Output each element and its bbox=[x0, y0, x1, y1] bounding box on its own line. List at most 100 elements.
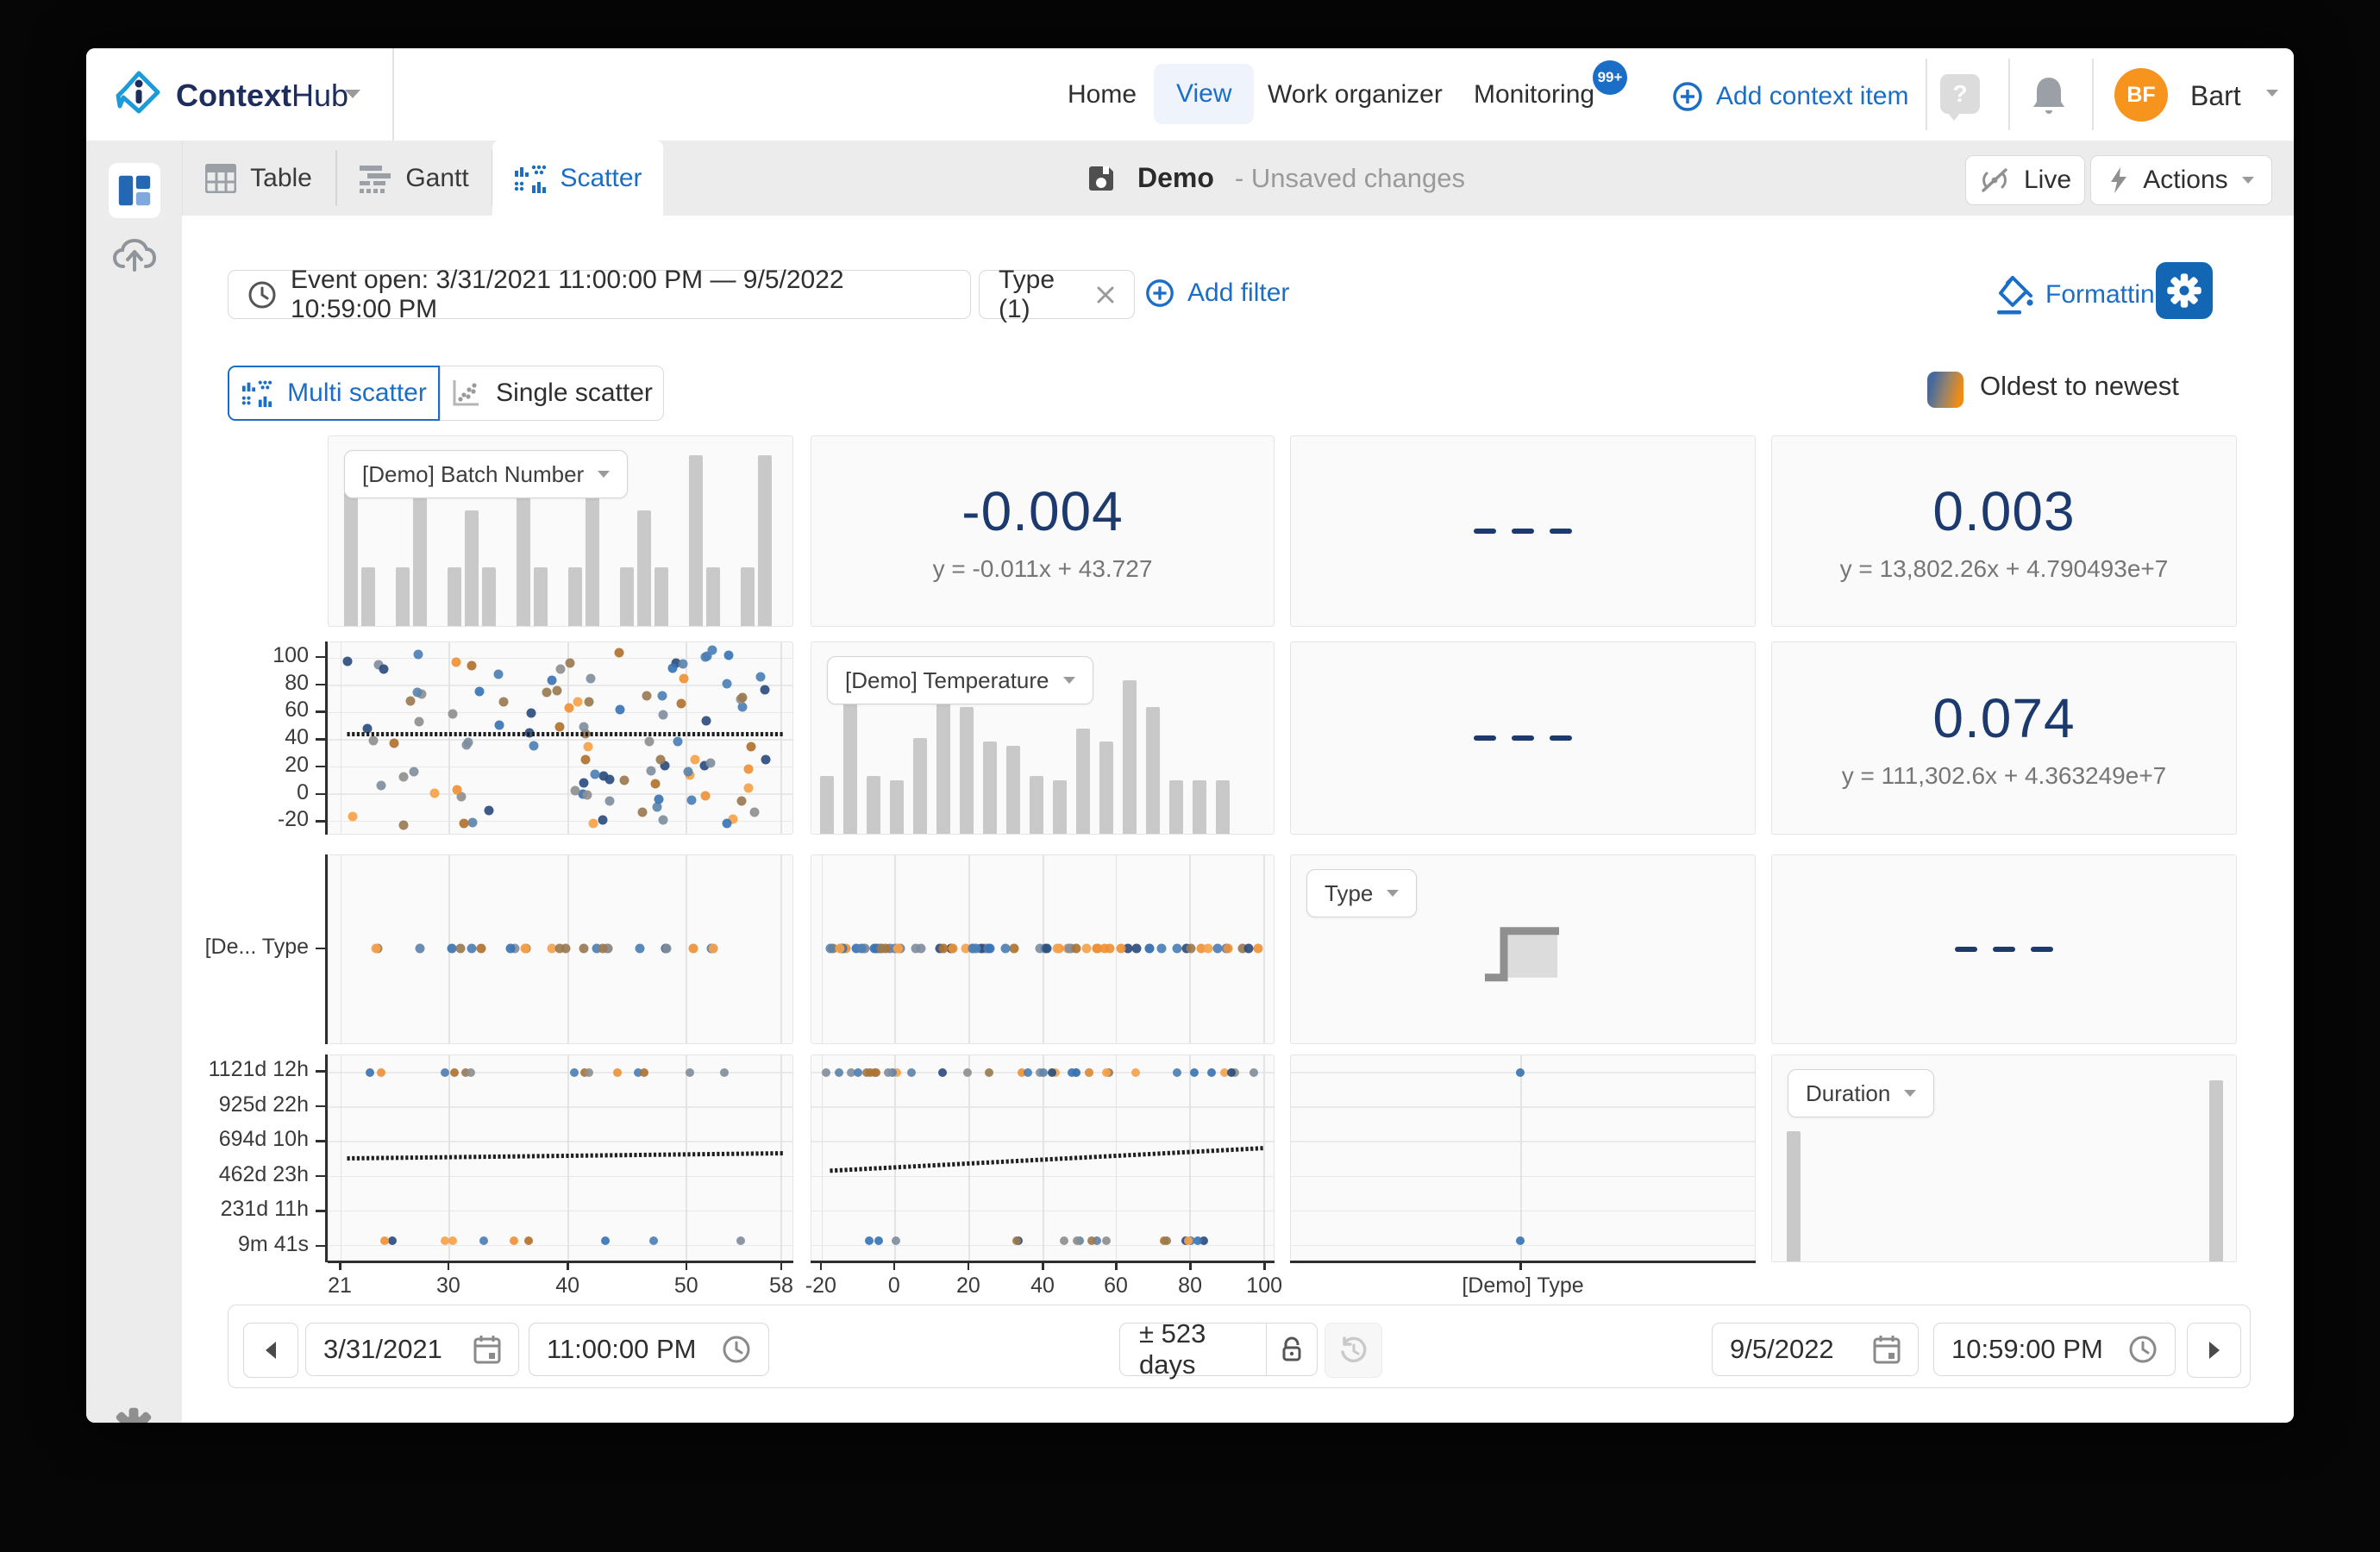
y-axis-tick-label: 100 bbox=[272, 642, 309, 667]
histogram-bar bbox=[482, 566, 496, 626]
range-lock-button[interactable] bbox=[1266, 1324, 1317, 1375]
x-axis-tick bbox=[780, 1262, 783, 1270]
y-axis-tick bbox=[316, 792, 325, 796]
y-axis-tick bbox=[316, 820, 325, 823]
histogram-bar bbox=[396, 566, 410, 626]
correlation-summary: 0.074 y = 111,302.6x + 4.363249e+7 bbox=[1772, 642, 2236, 834]
histogram-bar bbox=[1787, 1131, 1801, 1261]
next-range-button[interactable] bbox=[2187, 1323, 2241, 1378]
y-axis-tick bbox=[316, 655, 325, 659]
trend-equation: y = 13,802.26x + 4.790493e+7 bbox=[1839, 555, 2169, 582]
scatter-dot bbox=[968, 943, 978, 954]
trend-equation: y = 111,302.6x + 4.363249e+7 bbox=[1841, 762, 2167, 789]
chevron-down-icon bbox=[1904, 1090, 1917, 1097]
gridline bbox=[686, 855, 687, 1043]
scatter-dot bbox=[1081, 943, 1092, 954]
calendar-icon bbox=[473, 1335, 501, 1364]
histogram-bar bbox=[960, 707, 974, 834]
scatter-dot bbox=[455, 943, 466, 954]
y-axis-tick-label: 925d 22h bbox=[218, 1092, 309, 1117]
y-axis-tick-label: 20 bbox=[285, 752, 309, 777]
histogram-bar bbox=[1216, 779, 1230, 834]
scatter-dot bbox=[1052, 943, 1062, 954]
trend-line bbox=[329, 1055, 792, 1261]
cell-variable-dropdown[interactable]: [Demo] Batch Number bbox=[344, 450, 629, 498]
dropdown-label: [Demo] Temperature bbox=[845, 666, 1049, 693]
x-axis-tick bbox=[685, 1262, 688, 1270]
histogram-bar bbox=[890, 779, 904, 834]
x-axis-tick bbox=[892, 1262, 896, 1270]
reset-time-button[interactable] bbox=[1325, 1323, 1382, 1378]
matrix-cell-r2c2: [Demo] Temperature bbox=[811, 641, 1275, 835]
x-axis-tick bbox=[967, 1262, 970, 1270]
matrix-cell-r3c4 bbox=[1771, 854, 2237, 1044]
scatter-dot bbox=[948, 943, 958, 954]
previous-range-button[interactable] bbox=[243, 1323, 298, 1378]
histogram-bar bbox=[1053, 779, 1067, 834]
matrix-cell-r4c4: Duration bbox=[1771, 1054, 2237, 1262]
histogram-bar bbox=[1193, 779, 1206, 834]
gridline bbox=[1291, 1175, 1755, 1178]
trend-equation: y = -0.011x + 43.727 bbox=[932, 555, 1153, 582]
y-axis-line bbox=[325, 641, 328, 835]
start-date-input[interactable]: 3/31/2021 bbox=[305, 1323, 519, 1376]
lock-icon bbox=[1282, 1336, 1301, 1361]
histogram-bar bbox=[1030, 776, 1043, 834]
correlation-value: 0.074 bbox=[1932, 687, 2076, 749]
no-data-indicator bbox=[1291, 436, 1755, 626]
dash bbox=[1512, 735, 1534, 741]
x-axis-tick-label: 20 bbox=[956, 1274, 980, 1298]
time-range-bar: 3/31/2021 11:00:00 PM ± 523 days 9/5/202… bbox=[228, 1305, 2251, 1388]
scatter-dot bbox=[505, 943, 516, 954]
gridline bbox=[1291, 1106, 1755, 1108]
scatter-dot bbox=[708, 943, 718, 954]
range-duration-control[interactable]: ± 523 days bbox=[1119, 1318, 1318, 1380]
matrix-cell-r1c2: -0.004 y = -0.011x + 43.727 bbox=[811, 435, 1275, 627]
scatter-dot bbox=[1223, 943, 1233, 954]
histogram-bar bbox=[1006, 745, 1020, 834]
dropdown-label: Type bbox=[1325, 879, 1374, 906]
histogram-bar bbox=[1076, 728, 1090, 834]
clock-icon bbox=[2128, 1335, 2158, 1364]
correlation-value: 0.003 bbox=[1932, 480, 2076, 542]
histogram-bar bbox=[1146, 707, 1160, 834]
cell-variable-dropdown[interactable]: Type bbox=[1306, 869, 1418, 917]
matrix-cell-r2c1 bbox=[328, 641, 793, 835]
y-axis-tick-label: -20 bbox=[277, 807, 309, 832]
start-time-input[interactable]: 11:00:00 PM bbox=[529, 1323, 769, 1376]
scatter-dot bbox=[1203, 943, 1212, 954]
gridline bbox=[821, 855, 824, 1043]
cell-variable-dropdown[interactable]: Duration bbox=[1788, 1069, 1935, 1117]
y-axis-line bbox=[325, 1054, 328, 1262]
y-axis-tick bbox=[316, 1105, 325, 1108]
x-axis-tick bbox=[447, 1262, 450, 1270]
y-axis-tick bbox=[316, 738, 325, 741]
x-axis-tick bbox=[1042, 1262, 1044, 1270]
matrix-cell-r3c3: Type bbox=[1290, 854, 1756, 1044]
cell-variable-dropdown[interactable]: [Demo] Temperature bbox=[827, 656, 1093, 704]
chevron-down-icon bbox=[1062, 677, 1075, 684]
y-axis-tick bbox=[316, 1070, 325, 1073]
scatter-dot bbox=[876, 943, 886, 954]
app-window: ContextHub Home View Work organizer Moni… bbox=[86, 48, 2294, 1423]
y-axis-line bbox=[325, 854, 328, 1044]
gridline bbox=[1263, 855, 1265, 1043]
end-date-input[interactable]: 9/5/2022 bbox=[1712, 1323, 1919, 1376]
chevron-down-icon bbox=[598, 471, 611, 478]
scatter-dot bbox=[1000, 943, 1011, 954]
history-icon bbox=[1339, 1336, 1368, 1365]
x-axis-tick-label: 80 bbox=[1178, 1274, 1202, 1298]
end-time-input[interactable]: 10:59:00 PM bbox=[1933, 1323, 2176, 1376]
scatter-dot bbox=[467, 943, 477, 954]
x-axis-tick bbox=[1263, 1262, 1266, 1270]
multi-scatter-toggle[interactable]: Multi scatter bbox=[228, 366, 440, 421]
histogram-bar bbox=[820, 776, 834, 834]
y-axis-tick bbox=[316, 710, 325, 713]
matrix-cell-r2c3 bbox=[1290, 641, 1756, 835]
y-axis-tick bbox=[316, 683, 325, 686]
scatter-dot bbox=[1172, 943, 1182, 954]
matrix-cell-r2c4: 0.074 y = 111,302.6x + 4.363249e+7 bbox=[1771, 641, 2237, 835]
x-axis-tick-label: 50 bbox=[673, 1274, 698, 1298]
x-axis-tick-label: 40 bbox=[1030, 1274, 1055, 1298]
x-axis-tick-label: 21 bbox=[328, 1274, 352, 1298]
